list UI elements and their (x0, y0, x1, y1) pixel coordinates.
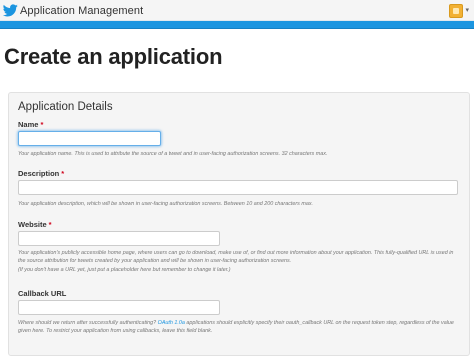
description-label: Description * (18, 169, 65, 178)
website-help-text: Your application's publicly accessible h… (18, 250, 454, 264)
callback-url-input[interactable] (18, 300, 220, 315)
user-menu-dropdown[interactable]: ▾ (449, 2, 469, 19)
required-marker: * (48, 220, 52, 229)
user-avatar-icon (449, 3, 464, 18)
page-title: Create an application (4, 44, 223, 69)
required-marker: * (40, 120, 44, 129)
application-details-form: Application Details Name * Your applicati… (8, 92, 470, 356)
website-label: Website * (18, 220, 52, 229)
header-accent-band (0, 21, 474, 29)
name-help-text: Your application name. This is used to a… (18, 151, 328, 157)
panel-title: Application Details (18, 101, 113, 113)
website-help-note: (If you don't have a URL yet, just put a… (18, 267, 231, 273)
required-marker: * (61, 169, 65, 178)
name-label: Name * (18, 120, 44, 129)
website-input[interactable] (18, 231, 220, 246)
twitter-bird-icon (3, 4, 18, 17)
top-navigation-bar: Application Management ▾ (0, 0, 474, 21)
oauth-link[interactable]: OAuth 1.0a (158, 320, 185, 326)
name-input[interactable] (18, 131, 161, 146)
description-input[interactable] (18, 180, 458, 195)
description-help-text: Your application description, which will… (18, 201, 314, 207)
callback-url-label: Callback URL (18, 289, 67, 298)
chevron-down-icon: ▾ (465, 7, 469, 14)
app-title: Application Management (20, 4, 144, 17)
brand-home-link[interactable]: Application Management (3, 2, 143, 19)
callback-url-help-text: Where should we return after successfull… (18, 320, 454, 334)
